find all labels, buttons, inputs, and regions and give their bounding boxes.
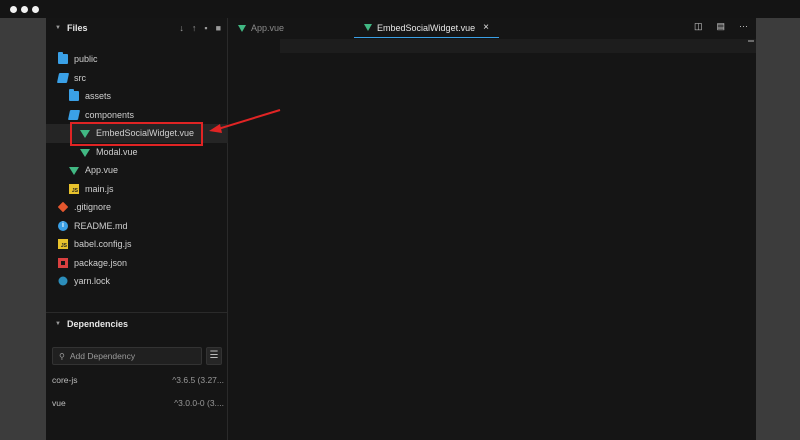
arrow-shaft bbox=[217, 109, 281, 130]
arrow-head bbox=[209, 124, 222, 133]
annotation-arrow bbox=[209, 109, 281, 133]
